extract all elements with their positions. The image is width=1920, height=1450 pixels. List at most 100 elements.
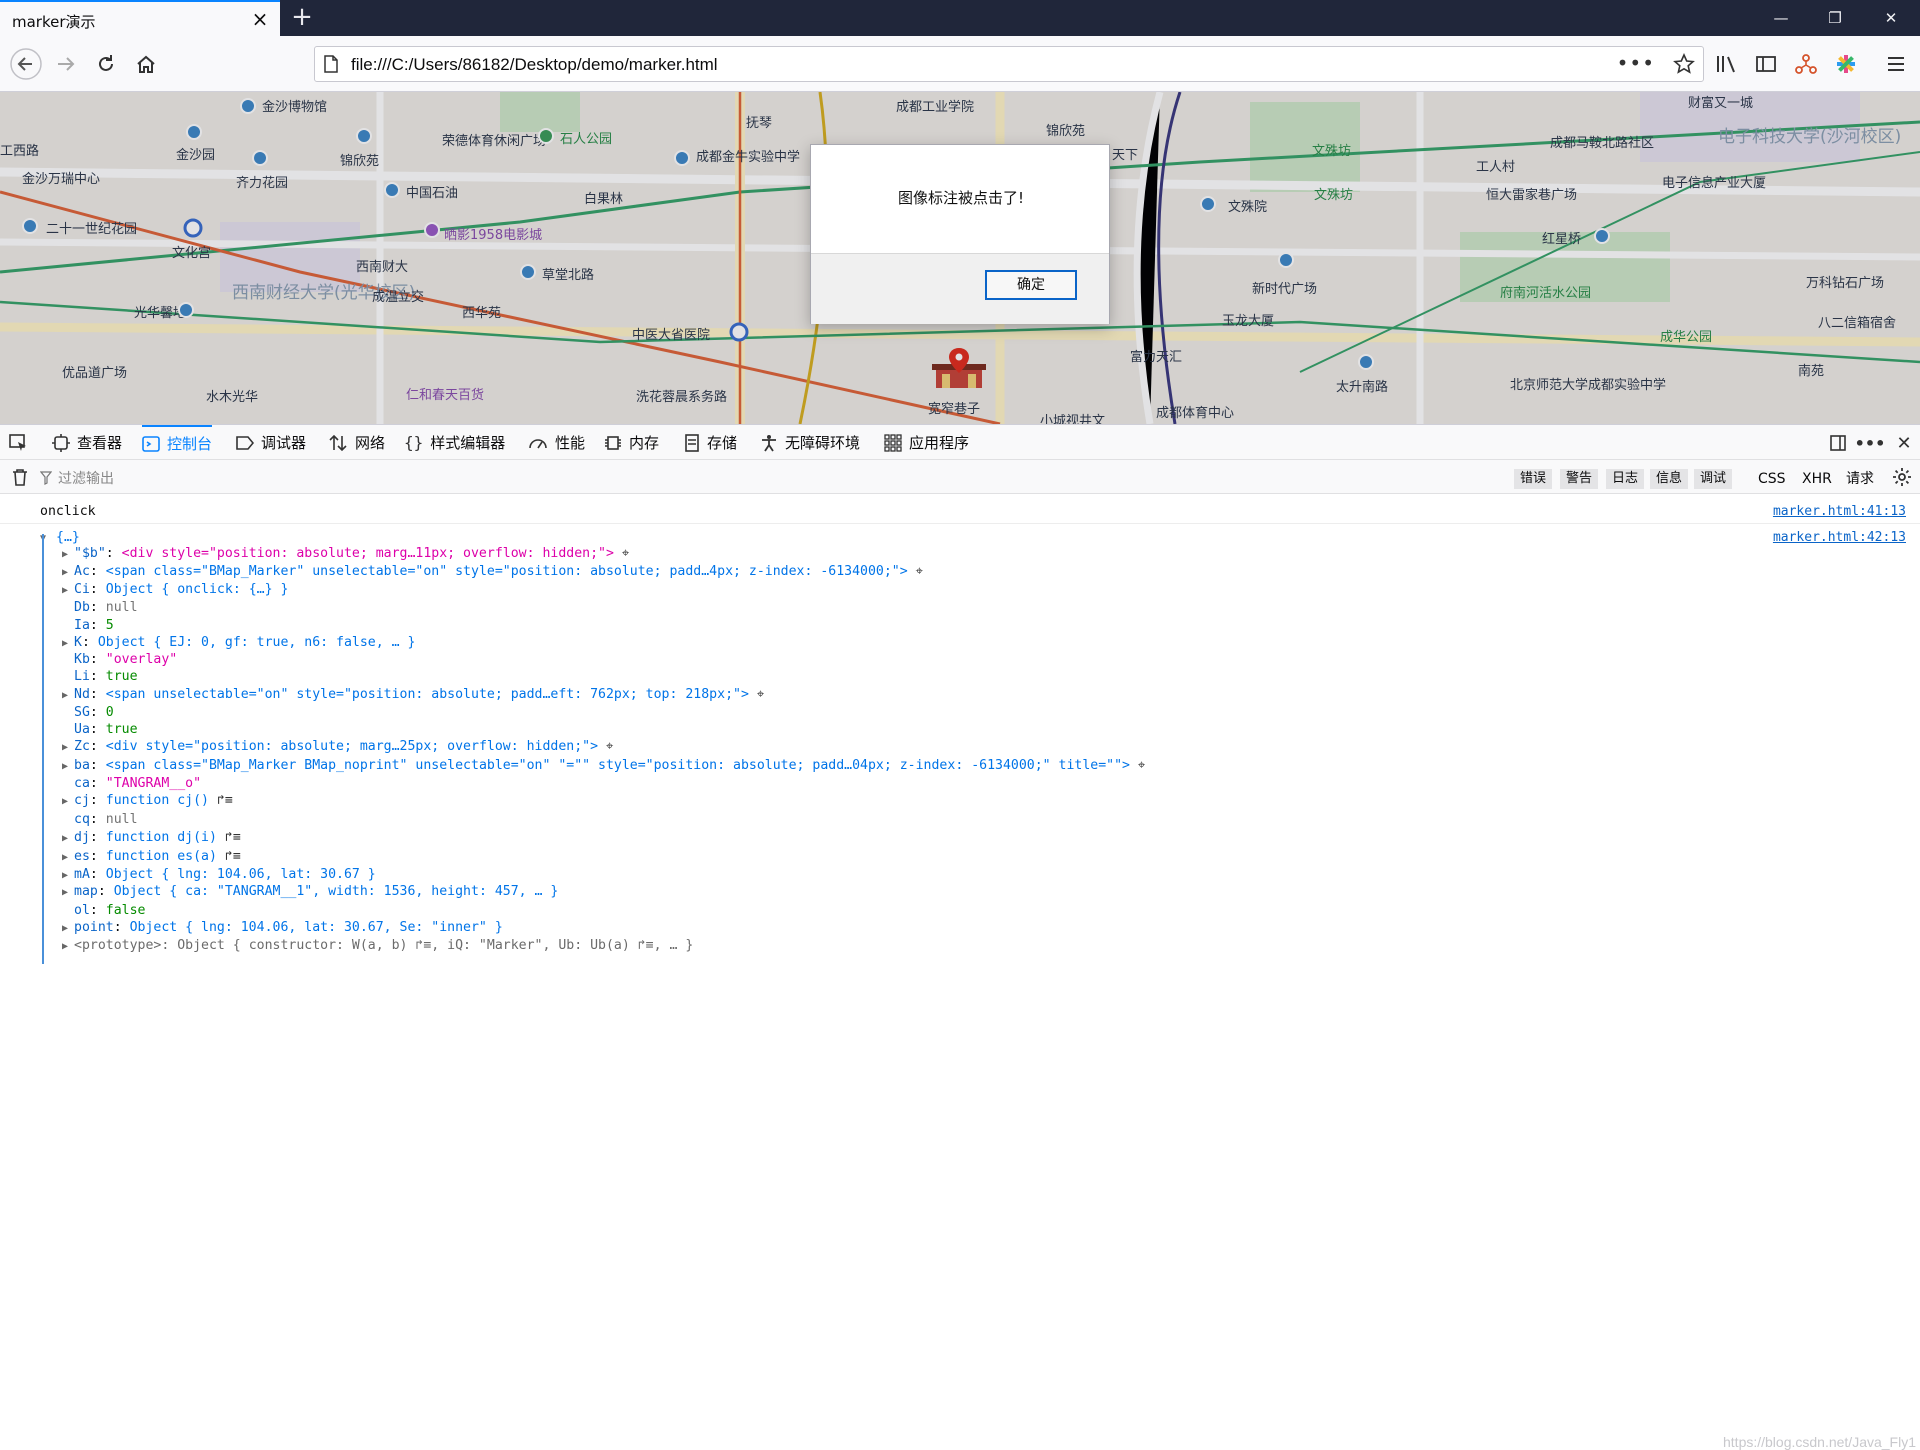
expand-triangle-icon[interactable]: ▶ xyxy=(62,546,70,563)
tab-performance[interactable]: 性能 xyxy=(528,425,585,460)
filter-errors-button[interactable]: 错误 xyxy=(1514,469,1553,489)
expand-triangle-icon[interactable]: ▶ xyxy=(62,920,70,937)
reload-button[interactable] xyxy=(88,46,124,82)
object-property[interactable]: "$b": <div style="position: absolute; ma… xyxy=(74,546,629,563)
title-bar: marker演示 × + — ❐ ✕ xyxy=(0,0,1920,36)
tab-accessibility[interactable]: 无障碍环境 xyxy=(760,425,860,460)
object-property[interactable]: Zc: <div style="position: absolute; marg… xyxy=(74,739,613,756)
object-property[interactable]: K: Object { EJ: 0, gf: true, n6: false, … xyxy=(74,635,415,652)
home-button[interactable] xyxy=(128,46,164,82)
close-window-icon[interactable]: ✕ xyxy=(1868,0,1914,36)
page-actions-icon[interactable]: ••• xyxy=(1617,51,1655,75)
select-node-icon[interactable]: ⌖ xyxy=(598,739,613,754)
object-property[interactable]: Nd: <span unselectable="on" style="posit… xyxy=(74,687,764,704)
element-picker-button[interactable] xyxy=(8,425,35,460)
property-key: ba xyxy=(74,758,90,773)
object-property[interactable]: es: function es(a) ↱≡ xyxy=(74,849,241,866)
tab-memory[interactable]: 内存 xyxy=(604,425,659,460)
jump-to-definition-icon[interactable]: ↱≡ xyxy=(217,830,241,845)
menu-icon[interactable] xyxy=(1882,50,1910,78)
expand-triangle-icon[interactable]: ▶ xyxy=(62,739,70,756)
object-property[interactable]: Ac: <span class="BMap_Marker" unselectab… xyxy=(74,564,923,581)
select-node-icon[interactable]: ⌖ xyxy=(614,546,629,561)
ok-button[interactable]: 确定 xyxy=(985,270,1077,300)
minimize-icon[interactable]: — xyxy=(1758,0,1804,36)
browser-tab[interactable]: marker演示 × xyxy=(0,0,280,36)
object-property[interactable]: mA: Object { lng: 104.06, lat: 30.67 } xyxy=(74,867,376,884)
property-key: Ac xyxy=(74,564,90,579)
tab-console[interactable]: 控制台 xyxy=(142,425,213,460)
filter-css-button[interactable]: CSS xyxy=(1758,469,1786,489)
trash-icon[interactable] xyxy=(12,468,28,490)
expand-triangle-icon[interactable]: ▶ xyxy=(62,867,70,884)
object-property[interactable]: ba: <span class="BMap_Marker BMap_noprin… xyxy=(74,758,1145,775)
object-property[interactable]: cj: function cj() ↱≡ xyxy=(74,793,233,810)
console-settings-gear-icon[interactable] xyxy=(1892,467,1912,491)
forward-button[interactable] xyxy=(48,46,84,82)
expand-triangle-icon[interactable]: ▶ xyxy=(62,938,70,955)
jump-to-definition-icon[interactable]: ↱≡ xyxy=(209,793,233,808)
source-link[interactable]: marker.html:41:13 xyxy=(1773,504,1906,519)
console-output[interactable]: onclick marker.html:41:13 ▼ {…} marker.h… xyxy=(0,494,1920,1450)
jump-to-definition-icon[interactable]: ↱≡ xyxy=(217,849,241,864)
tab-storage[interactable]: 存储 xyxy=(684,425,737,460)
tab-network[interactable]: 网络 xyxy=(328,425,385,460)
property-value: true xyxy=(105,669,138,684)
expand-triangle-icon[interactable]: ▶ xyxy=(62,793,70,810)
close-devtools-icon[interactable]: ✕ xyxy=(1890,431,1918,455)
url-text[interactable]: file:///C:/Users/86182/Desktop/demo/mark… xyxy=(351,55,718,75)
select-node-icon[interactable]: ⌖ xyxy=(749,687,764,702)
select-node-icon[interactable]: ⌖ xyxy=(908,564,923,579)
property-value: <span class="BMap_Marker" unselectable="… xyxy=(105,564,908,579)
object-property[interactable]: point: Object { lng: 104.06, lat: 30.67,… xyxy=(74,920,503,937)
tab-title: marker演示 xyxy=(12,13,96,31)
tab-style-editor[interactable]: {} 样式编辑器 xyxy=(404,425,505,460)
object-property[interactable]: map: Object { ca: "TANGRAM__1", width: 1… xyxy=(74,884,558,901)
sidebar-icon[interactable] xyxy=(1752,50,1780,78)
object-property[interactable]: <prototype>: Object { constructor: W(a, … xyxy=(74,938,693,955)
expand-triangle-icon[interactable]: ▶ xyxy=(62,564,70,581)
filter-logs-button[interactable]: 日志 xyxy=(1606,469,1645,489)
property-value: function cj() xyxy=(105,793,209,808)
object-summary[interactable]: {…} xyxy=(56,530,80,545)
new-tab-icon[interactable]: + xyxy=(288,4,316,32)
back-button[interactable] xyxy=(8,46,44,82)
filter-info-button[interactable]: 信息 xyxy=(1650,469,1689,489)
property-key: cj xyxy=(74,793,90,808)
dock-side-icon[interactable] xyxy=(1824,431,1852,455)
property-key: Db xyxy=(74,600,90,615)
restore-icon[interactable]: ❐ xyxy=(1812,0,1858,36)
select-node-icon[interactable]: ⌖ xyxy=(1130,758,1145,773)
network-icon xyxy=(328,434,348,452)
tab-application[interactable]: 应用程序 xyxy=(884,425,969,460)
expand-triangle-icon[interactable]: ▶ xyxy=(62,830,70,847)
console-message: onclick marker.html:41:13 xyxy=(0,500,1920,524)
extension-color-icon[interactable] xyxy=(1832,50,1860,78)
filter-debug-button[interactable]: 调试 xyxy=(1694,469,1733,489)
filter-requests-button[interactable]: 请求 xyxy=(1846,469,1874,489)
property-separator: : xyxy=(89,705,106,720)
url-bar[interactable]: file:///C:/Users/86182/Desktop/demo/mark… xyxy=(314,46,1704,82)
source-link[interactable]: marker.html:42:13 xyxy=(1773,530,1906,545)
filter-output-input[interactable]: 过滤输出 xyxy=(58,468,114,488)
extension-network-icon[interactable] xyxy=(1792,50,1820,78)
tab-debugger[interactable]: 调试器 xyxy=(236,425,306,460)
filter-xhr-button[interactable]: XHR xyxy=(1802,469,1832,489)
library-icon[interactable] xyxy=(1712,50,1740,78)
filter-warnings-button[interactable]: 警告 xyxy=(1560,469,1599,489)
property-separator: : xyxy=(89,618,106,633)
expand-triangle-icon[interactable]: ▶ xyxy=(62,884,70,901)
property-value: Object { onclick: {…} } xyxy=(105,582,289,597)
expand-triangle-icon[interactable]: ▶ xyxy=(62,758,70,775)
more-options-icon[interactable]: ••• xyxy=(1855,431,1886,455)
map-view[interactable]: 西南财经大学(光华校区) 金沙博物馆 金沙园 金沙万瑞中心 工西路 二十一世纪花… xyxy=(0,92,1920,424)
object-property[interactable]: Ci: Object { onclick: {…} } xyxy=(74,582,288,599)
tab-close-icon[interactable]: × xyxy=(250,9,270,29)
tab-inspector[interactable]: 查看器 xyxy=(52,425,122,460)
bookmark-star-icon[interactable] xyxy=(1673,53,1695,79)
expand-triangle-icon[interactable]: ▶ xyxy=(62,582,70,599)
expand-triangle-icon[interactable]: ▶ xyxy=(62,849,70,866)
object-property[interactable]: dj: function dj(i) ↱≡ xyxy=(74,830,241,847)
expand-triangle-icon[interactable]: ▶ xyxy=(62,687,70,704)
expand-triangle-icon[interactable]: ▶ xyxy=(62,635,70,652)
